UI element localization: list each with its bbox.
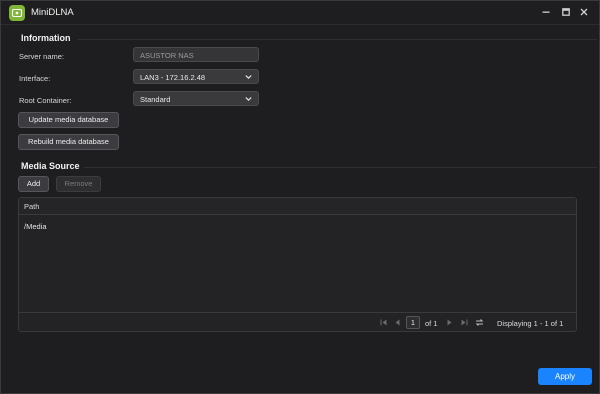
window-title: MiniDLNA bbox=[31, 7, 74, 18]
section-divider bbox=[77, 39, 597, 40]
last-page-icon[interactable] bbox=[461, 319, 468, 328]
server-name-field[interactable]: ASUSTOR NAS bbox=[133, 47, 259, 62]
section-divider bbox=[84, 167, 597, 168]
first-page-icon[interactable] bbox=[380, 319, 387, 328]
table-header[interactable]: Path bbox=[19, 198, 576, 215]
table-row[interactable]: /Media bbox=[24, 222, 47, 231]
refresh-icon[interactable] bbox=[475, 318, 484, 329]
apply-button[interactable]: Apply bbox=[538, 368, 592, 385]
minidlna-app-icon bbox=[9, 5, 25, 21]
rebuild-media-database-button[interactable]: Rebuild media database bbox=[18, 134, 119, 150]
page-count-text: of 1 bbox=[425, 319, 438, 328]
close-button[interactable] bbox=[578, 6, 590, 18]
chevron-down-icon bbox=[245, 97, 252, 102]
minimize-button[interactable] bbox=[540, 6, 552, 18]
update-media-database-button[interactable]: Update media database bbox=[18, 112, 119, 128]
root-container-select[interactable]: Standard bbox=[133, 91, 259, 106]
root-container-select-value: Standard bbox=[140, 95, 171, 104]
title-bar[interactable]: MiniDLNA bbox=[1, 1, 599, 25]
maximize-button[interactable] bbox=[560, 6, 572, 18]
interface-select-value: LAN3 - 172.16.2.48 bbox=[140, 73, 206, 82]
column-header-path[interactable]: Path bbox=[24, 202, 39, 211]
maximize-icon bbox=[562, 8, 570, 16]
pagination-bar: 1 of 1 Displaying 1 - 1 of 1 bbox=[19, 312, 576, 332]
interface-label: Interface: bbox=[19, 74, 51, 83]
displaying-range-text: Displaying 1 - 1 of 1 bbox=[497, 319, 564, 328]
media-source-heading: Media Source bbox=[21, 161, 80, 171]
minidlna-window: MiniDLNA Information Server name: ASUSTO… bbox=[0, 0, 600, 394]
chevron-down-icon bbox=[245, 75, 252, 80]
previous-page-icon[interactable] bbox=[395, 319, 400, 328]
minimize-icon bbox=[542, 11, 550, 13]
next-page-icon[interactable] bbox=[447, 319, 452, 328]
add-button[interactable]: Add bbox=[18, 176, 49, 192]
remove-button[interactable]: Remove bbox=[56, 176, 101, 192]
close-icon bbox=[580, 8, 588, 16]
page-number-input[interactable]: 1 bbox=[406, 316, 420, 329]
media-source-table: Path /Media 1 of 1 Displaying 1 - 1 of 1 bbox=[18, 197, 577, 332]
server-name-label: Server name: bbox=[19, 52, 65, 61]
root-container-label: Root Container: bbox=[19, 96, 72, 105]
information-heading: Information bbox=[21, 33, 71, 43]
interface-select[interactable]: LAN3 - 172.16.2.48 bbox=[133, 69, 259, 84]
